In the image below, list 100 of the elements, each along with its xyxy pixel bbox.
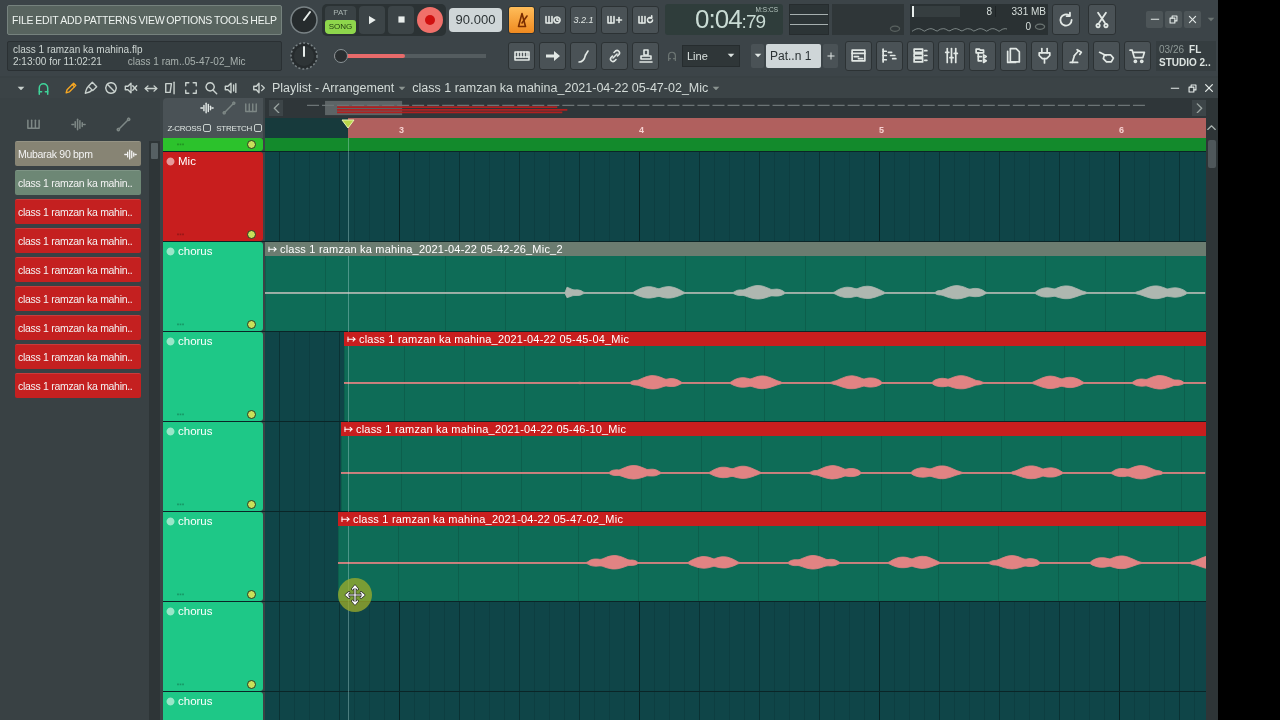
- led-icon[interactable]: [247, 680, 256, 689]
- overview-scrollbar[interactable]: [265, 98, 1206, 118]
- loop-record-button[interactable]: [632, 5, 659, 34]
- scrollbar-thumb[interactable]: [1208, 140, 1216, 168]
- play-icon: [366, 13, 378, 26]
- news-date: 03/26: [1159, 42, 1185, 56]
- picker-scrollbar[interactable]: [149, 141, 160, 720]
- clip-source-item[interactable]: class 1 ramzan ka mahin..: [15, 257, 141, 282]
- scrollbar-thumb[interactable]: [151, 143, 159, 159]
- play-button[interactable]: [359, 5, 385, 34]
- link-button[interactable]: [601, 41, 628, 70]
- clip-header[interactable]: class 1 ramzan ka mahina_2021-04-22 05-47-02_Mic: [338, 512, 1206, 526]
- clip-body[interactable]: [344, 346, 1206, 421]
- lamp-button[interactable]: [1062, 40, 1089, 71]
- clip-source-item[interactable]: class 1 ramzan ka mahin..: [15, 315, 141, 340]
- tempo-field[interactable]: 90.000: [449, 7, 502, 32]
- clip-source-item[interactable]: class 1 ramzan ka mahin..: [15, 373, 141, 398]
- clip-body[interactable]: [338, 526, 1206, 601]
- checkbox[interactable]: [203, 124, 212, 132]
- piano-roll-button[interactable]: [876, 40, 903, 71]
- track-header[interactable]: [163, 138, 263, 151]
- documents-button[interactable]: [1000, 40, 1027, 71]
- pattern-selector[interactable]: Pat..n 1: [766, 43, 821, 68]
- metronome-button[interactable]: [508, 5, 535, 34]
- clip-header[interactable]: class 1 ramzan ka mahina_2021-04-22 05-46-10_Mic: [341, 422, 1206, 436]
- checkbox[interactable]: [254, 124, 262, 132]
- menu-item[interactable]: FILE: [12, 12, 34, 27]
- piano-roll-icon: [881, 47, 898, 64]
- led-icon[interactable]: [247, 230, 256, 239]
- mode-button[interactable]: PAT: [325, 5, 356, 20]
- scroll-left-button[interactable]: [269, 100, 283, 116]
- knob[interactable]: [289, 40, 319, 71]
- select-tool[interactable]: [182, 79, 200, 97]
- picker-tab[interactable]: [115, 116, 131, 132]
- clip-source-item[interactable]: class 1 ramzan ka mahin..: [15, 344, 141, 369]
- refresh-button[interactable]: [1052, 4, 1080, 35]
- scroll-right-button[interactable]: [1192, 100, 1206, 116]
- step-edit-button[interactable]: [601, 5, 628, 34]
- clip-source-item[interactable]: Mubarak 90 bpm: [15, 141, 141, 166]
- clip-body[interactable]: [265, 256, 1206, 331]
- timeline-ruler[interactable]: 3 4 5 6: [265, 118, 1206, 138]
- picker-tab[interactable]: [70, 116, 86, 132]
- led-icon[interactable]: [247, 410, 256, 419]
- clip-source-item[interactable]: class 1 ramzan ka mahin..: [15, 286, 141, 311]
- pattern-menu-button[interactable]: [751, 43, 764, 68]
- playlist-button[interactable]: [845, 40, 872, 71]
- clip-source-item[interactable]: class 1 ramzan ka mahin..: [15, 228, 141, 253]
- caret-down-icon: [17, 85, 25, 91]
- hand-button[interactable]: [1093, 40, 1120, 71]
- keyboard-button[interactable]: [508, 41, 535, 70]
- countdown-button[interactable]: 3.2.1: [570, 5, 597, 34]
- bar-arrow-icon: [344, 425, 353, 433]
- clip-header[interactable]: class 1 ramzan ka mahina_2021-04-22 05-42-26_Mic_2: [265, 242, 1206, 256]
- clip-bar[interactable]: [265, 138, 1206, 151]
- record-button[interactable]: [417, 6, 443, 33]
- knob[interactable]: [289, 4, 319, 35]
- menu-item[interactable]: HELP: [250, 12, 277, 27]
- curve-button[interactable]: [570, 41, 597, 70]
- double-arrow-icon: [144, 84, 158, 92]
- menu-item[interactable]: ADD: [60, 12, 82, 27]
- plugin-button[interactable]: [1031, 40, 1058, 71]
- vertical-scrollbar[interactable]: [1206, 98, 1218, 720]
- menu-item[interactable]: TOOLS: [214, 12, 249, 27]
- browser-button[interactable]: [969, 40, 996, 71]
- clip-source-item[interactable]: class 1 ramzan ka mahin..: [15, 170, 141, 195]
- clip-source-item[interactable]: class 1 ramzan ka mahin..: [15, 199, 141, 224]
- delete-tool[interactable]: [102, 79, 120, 97]
- menu-item[interactable]: OPTIONS: [166, 12, 213, 27]
- close-button[interactable]: [1184, 11, 1201, 28]
- led-icon[interactable]: [247, 140, 256, 149]
- arrow-button[interactable]: [539, 41, 566, 70]
- add-pattern-button[interactable]: [823, 43, 838, 68]
- waveform-button[interactable]: [199, 100, 215, 116]
- led-icon[interactable]: [247, 590, 256, 599]
- zoom-tool[interactable]: [202, 79, 220, 97]
- clip-body[interactable]: [341, 436, 1206, 511]
- ring-icon: [889, 24, 901, 32]
- cut-button[interactable]: [1088, 4, 1116, 35]
- mode-button[interactable]: SONG: [325, 19, 356, 34]
- stop-button[interactable]: [388, 5, 414, 34]
- menu-item[interactable]: EDIT: [35, 12, 59, 27]
- channel-rack-button[interactable]: [907, 40, 934, 71]
- led-icon[interactable]: [247, 500, 256, 509]
- news-panel[interactable]: 03/26 FL STUDIO 2..: [1156, 40, 1216, 71]
- window-title[interactable]: Playlist - Arrangement: [272, 81, 395, 95]
- stamp-button[interactable]: [632, 41, 659, 70]
- restore-button[interactable]: [1165, 11, 1182, 28]
- snap-dropdown[interactable]: Line: [682, 44, 740, 67]
- wait-button[interactable]: [539, 5, 566, 34]
- cart-button[interactable]: [1124, 40, 1151, 71]
- mixer-button[interactable]: [938, 40, 965, 71]
- slider-handle[interactable]: [334, 48, 348, 63]
- brush-tool[interactable]: [82, 79, 100, 97]
- minimize-button[interactable]: [1146, 11, 1163, 28]
- menu-item[interactable]: VIEW: [138, 12, 165, 27]
- track-header[interactable]: Mic: [163, 152, 263, 241]
- pattern-name[interactable]: class 1 ramzan ka mahina_2021-04-22 05-47-02_Mic: [412, 81, 709, 95]
- clip-header[interactable]: class 1 ramzan ka mahina_2021-04-22 05-45-04_Mic: [344, 332, 1206, 346]
- led-icon[interactable]: [247, 320, 256, 329]
- menu-item[interactable]: PATTERNS: [83, 12, 137, 27]
